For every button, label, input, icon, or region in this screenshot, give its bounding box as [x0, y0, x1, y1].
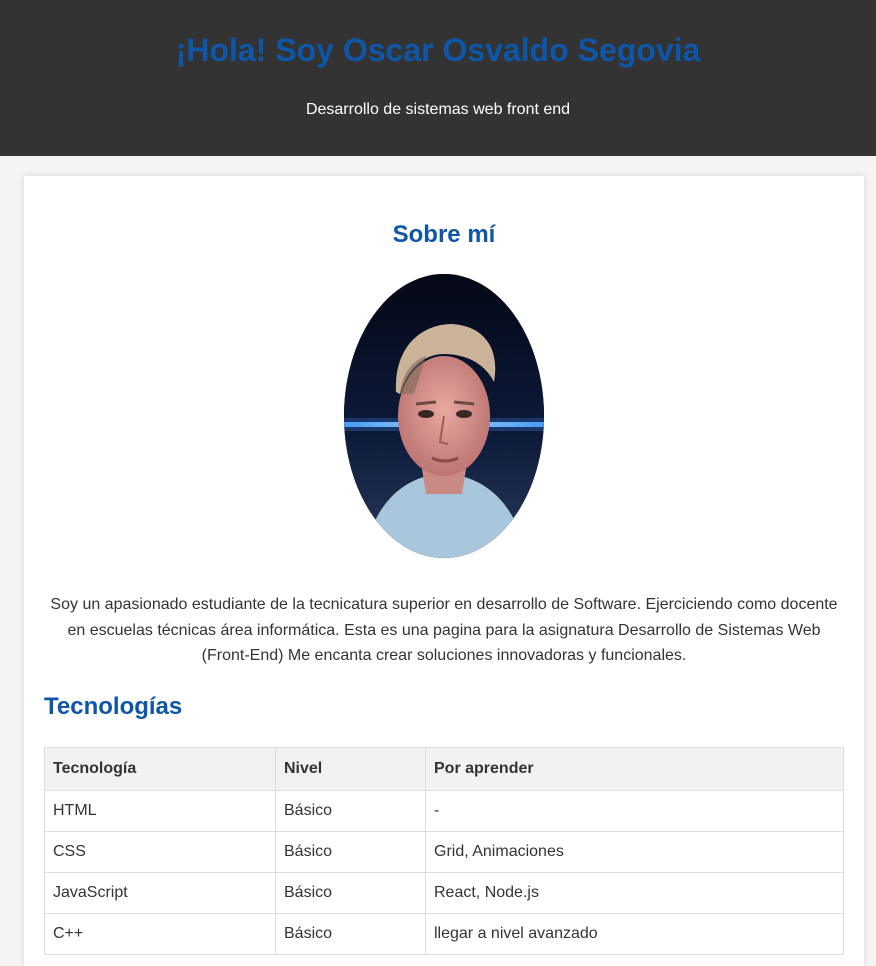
cell-technology: JavaScript: [44, 872, 276, 914]
cell-to-learn: -: [425, 790, 844, 832]
technologies-table: Tecnología Nivel Por aprender HTML Básic…: [44, 747, 844, 955]
cell-level: Básico: [275, 831, 426, 873]
cell-technology: C++: [44, 913, 276, 955]
technologies-title: Tecnologías: [44, 693, 183, 720]
cell-technology: HTML: [44, 790, 276, 832]
cell-to-learn: llegar a nivel avanzado: [425, 913, 844, 955]
about-card: Sobre mí Soy un apasionado estudiante de…: [24, 176, 864, 966]
table-row: JavaScript Básico React, Node.js: [44, 872, 844, 914]
cell-technology: CSS: [44, 831, 276, 873]
cell-level: Básico: [275, 913, 426, 955]
cell-level: Básico: [275, 790, 426, 832]
cell-to-learn: Grid, Animaciones: [425, 831, 844, 873]
about-title: Sobre mí: [392, 221, 496, 248]
profile-photo-illustration: [344, 274, 544, 558]
column-header-level: Nivel: [275, 747, 426, 791]
about-text: Soy un apasionado estudiante de la tecni…: [50, 596, 838, 665]
cell-to-learn: React, Node.js: [425, 872, 844, 914]
page-subtitle: Desarrollo de sistemas web front end: [305, 101, 571, 118]
column-header-to-learn: Por aprender: [425, 747, 844, 791]
table-row: CSS Básico Grid, Animaciones: [44, 831, 844, 873]
page-header: ¡Hola! Soy Oscar Osvaldo Segovia Desarro…: [0, 0, 876, 156]
table-header-row: Tecnología Nivel Por aprender: [44, 747, 844, 791]
cell-level: Básico: [275, 872, 426, 914]
table-row: HTML Básico -: [44, 790, 844, 832]
column-header-technology: Tecnología: [44, 747, 276, 791]
page-title: ¡Hola! Soy Oscar Osvaldo Segovia: [175, 32, 701, 68]
profile-photo: [344, 274, 544, 558]
table-row: C++ Básico llegar a nivel avanzado: [44, 913, 844, 955]
